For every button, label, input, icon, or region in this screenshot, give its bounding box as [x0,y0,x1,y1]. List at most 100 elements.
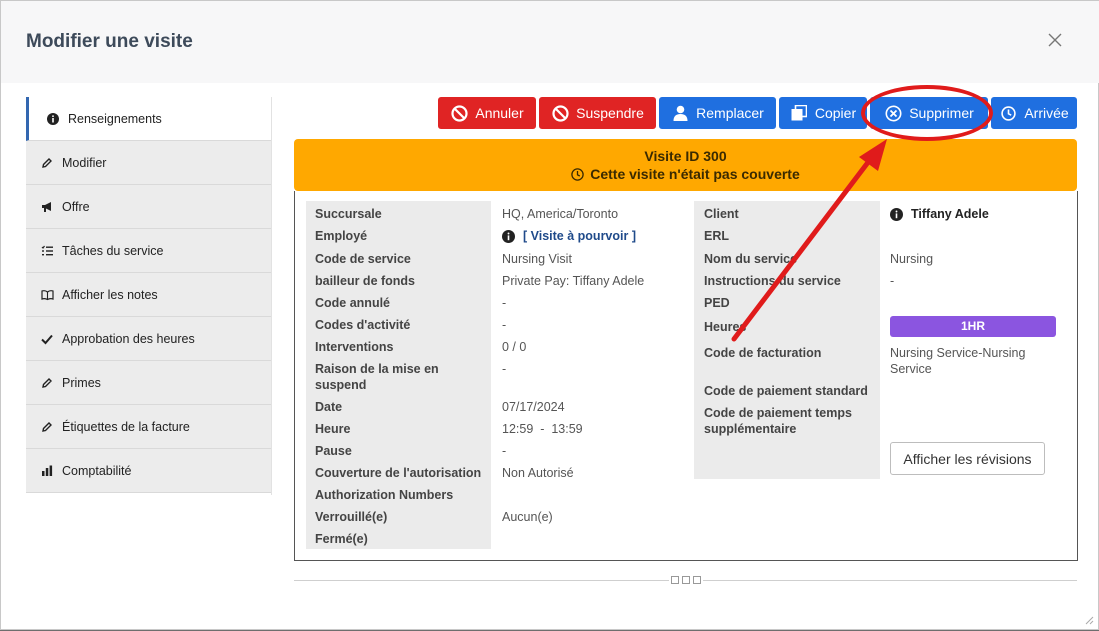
modal-title: Modifier une visite [26,31,193,52]
modal-header: Modifier une visite [1,1,1099,83]
check-icon [40,332,54,346]
sidebar-item-notes[interactable]: Afficher les notes [26,273,272,317]
info-icon [890,207,903,221]
sidebar-item-label: Tâches du service [62,243,164,258]
field-label: Client [704,207,739,221]
resize-grip-icon[interactable] [1084,615,1094,625]
sidebar-item-modifier[interactable]: Modifier [26,141,272,185]
suspend-button[interactable]: Suspendre [539,97,656,129]
field-label: Code de paiement standard [704,384,868,398]
field-label: Employé [315,229,368,243]
info-icon [46,112,60,126]
sidebar-nav: Renseignements Modifier Offre Tâches du … [26,97,272,493]
client-value[interactable]: Tiffany Adele [890,206,989,222]
field-value: - [502,444,507,458]
field-value: Aucun(e) [502,510,553,524]
arrival-button[interactable]: Arrivée [991,97,1077,129]
field-value: - [502,318,507,332]
visit-id-text: Visite ID 300 [644,148,727,164]
copy-icon [790,104,808,122]
splitter-handle[interactable] [669,576,703,585]
field-label: Verrouillé(e) [315,510,388,524]
replace-label: Remplacer [696,105,764,121]
sidebar-item-label: Afficher les notes [62,287,158,302]
show-revisions-button[interactable]: Afficher les révisions [890,442,1045,475]
megaphone-icon [40,200,54,214]
field-label: Heures [704,320,747,334]
coverage-status-text: Cette visite n'était pas couverte [590,166,800,182]
sidebar-item-label: Offre [62,199,90,214]
bar-chart-icon [40,464,54,478]
pencil-icon [40,420,54,434]
visit-status-banner: Visite ID 300 Cette visite n'était pas c… [294,139,1077,191]
circle-x-icon [884,104,902,122]
field-value: - [890,274,895,288]
sidebar-item-label: Primes [62,375,101,390]
field-value: Nursing Service-Nursing Service [890,346,1026,376]
field-label: Heure [315,422,351,436]
field-label: Interventions [315,340,394,354]
sidebar-item-label: Renseignements [68,111,162,126]
field-label: Code de paiement temps supplémentaire [704,406,852,436]
sidebar-item-label: Approbation des heures [62,331,195,346]
sidebar-item-primes[interactable]: Primes [26,361,272,405]
field-value: - [502,296,507,310]
field-label: Codes d'activité [315,318,411,332]
field-label: Raison de la mise en suspend [315,362,439,392]
user-icon [671,104,689,122]
open-visit-link[interactable]: [ Visite à pourvoir ] [523,228,636,244]
field-value: Nursing [890,252,934,266]
field-label: Pause [315,444,352,458]
field-label: Date [315,400,343,414]
copy-button[interactable]: Copier [779,97,867,129]
sidebar-item-taches[interactable]: Tâches du service [26,229,272,273]
pencil-icon [40,156,54,170]
grip-dot [693,576,701,584]
clock-icon [999,104,1017,122]
delete-label: Supprimer [909,105,974,121]
employee-value[interactable]: [ Visite à pourvoir ] [502,228,636,244]
grip-dot [682,576,690,584]
cancel-visit-label: Annuler [475,105,524,121]
arrival-label: Arrivée [1024,105,1069,121]
grip-dot [671,576,679,584]
sidebar-item-label: Modifier [62,155,107,170]
client-name-link[interactable]: Tiffany Adele [911,206,989,222]
replace-button[interactable]: Remplacer [659,97,776,129]
field-label: Authorization Numbers [315,488,454,502]
field-label: Couverture de l'autorisation [315,466,482,480]
book-icon [40,288,54,302]
field-value: - [502,362,507,376]
delete-button[interactable]: Supprimer [870,97,988,129]
ban-icon [450,104,468,122]
close-icon[interactable] [1046,31,1064,49]
sidebar-divider [271,97,272,495]
sidebar-item-etiquettes[interactable]: Étiquettes de la facture [26,405,272,449]
hours-badge: 1HR [890,316,1056,337]
field-value: 0 / 0 [502,340,527,354]
cancel-visit-button[interactable]: Annuler [438,97,536,129]
field-label: Code de facturation [704,346,822,360]
field-label: ERL [704,229,729,243]
pencil-icon [40,376,54,390]
field-label: bailleur de fonds [315,274,416,288]
field-value: HQ, America/Toronto [502,207,619,221]
sidebar-item-offre[interactable]: Offre [26,185,272,229]
field-label: Nom du service [704,252,798,266]
field-label: Instructions du service [704,274,841,288]
sidebar-item-approbation[interactable]: Approbation des heures [26,317,272,361]
sidebar-item-comptabilite[interactable]: Comptabilité [26,449,272,493]
field-label: Code annulé [315,296,391,310]
clock-icon [571,167,584,181]
sidebar-item-label: Étiquettes de la facture [62,419,190,434]
field-label: Fermé(e) [315,532,368,546]
info-icon [502,229,515,243]
sidebar-item-renseignements[interactable]: Renseignements [26,97,272,141]
task-list-icon [40,244,54,258]
ban-icon [551,104,569,122]
field-value: Nursing Visit [502,252,572,266]
field-value: Private Pay: Tiffany Adele [502,274,645,288]
coverage-status-line: Cette visite n'était pas couverte [294,166,1077,182]
suspend-label: Suspendre [576,105,644,121]
field-value: 12:59 - 13:59 [502,422,583,436]
